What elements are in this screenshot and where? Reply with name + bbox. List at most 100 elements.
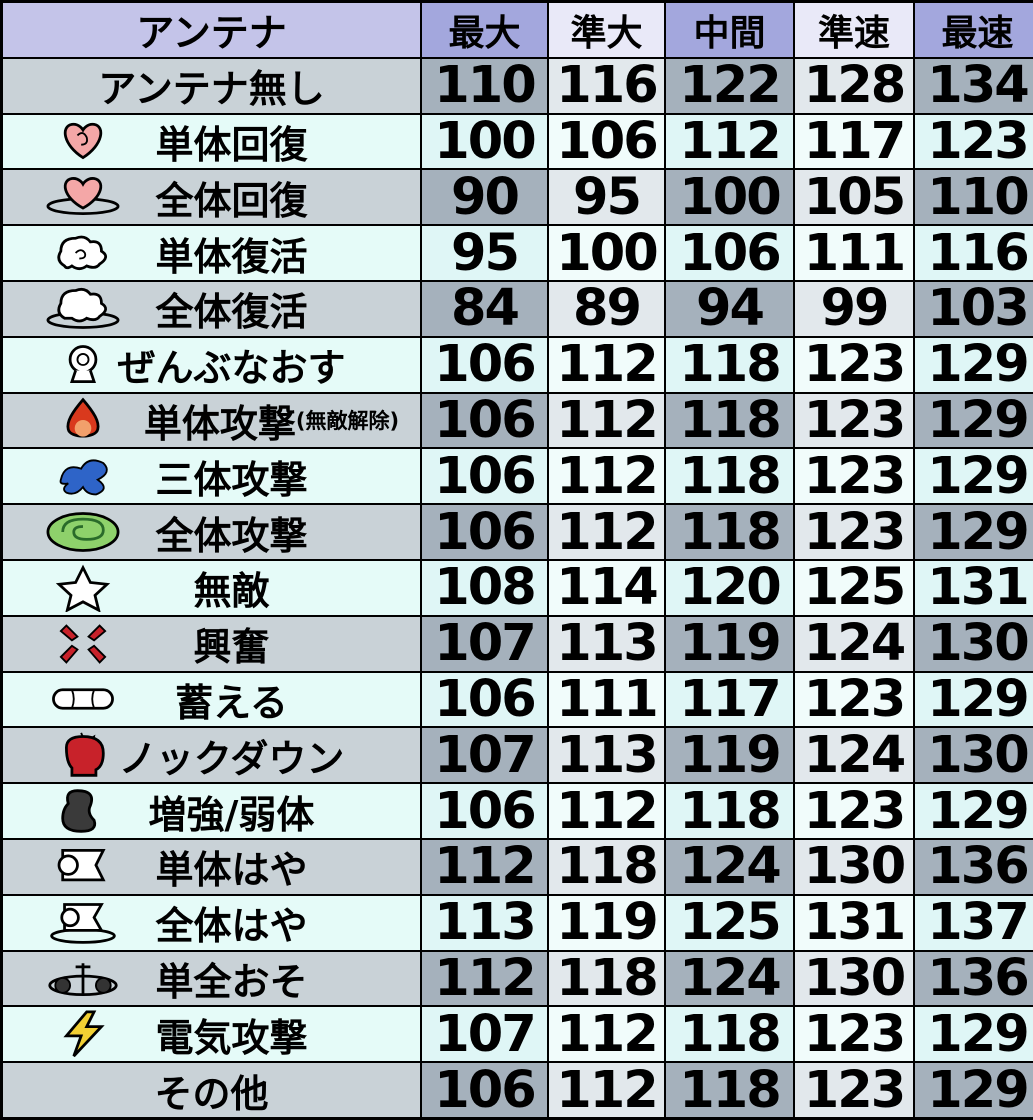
- row-label: 興奮: [3, 616, 420, 671]
- value-cell: 116: [915, 226, 1033, 280]
- value-cell: 136: [915, 839, 1033, 894]
- cure-all-icon: [68, 344, 98, 383]
- value-cell: 94: [666, 281, 793, 336]
- header-label: アンテナ: [3, 3, 420, 57]
- speed-flag-ring-icon: [50, 902, 116, 944]
- value-cell: 123: [795, 337, 913, 392]
- value-cell: 129: [915, 672, 1033, 727]
- row-label-text: 増強/弱体: [148, 792, 315, 837]
- value-cell: 106: [666, 226, 793, 280]
- star-icon: [55, 564, 111, 612]
- value-cell: 130: [915, 616, 1033, 671]
- value-cell: 118: [666, 505, 793, 559]
- value-cell: 106: [422, 784, 547, 838]
- value-cell: 112: [549, 784, 664, 838]
- speed-flag-icon: [57, 848, 106, 882]
- boxing-glove-icon: [64, 732, 105, 777]
- row-label-text: 単体復活: [155, 234, 308, 279]
- value-cell: 103: [915, 281, 1033, 336]
- value-cell: 123: [795, 449, 913, 504]
- dumbbell-icon: [48, 963, 118, 997]
- value-cell: 108: [422, 560, 547, 615]
- value-cell: 112: [549, 1063, 664, 1117]
- value-cell: 106: [422, 393, 547, 448]
- value-cell: 112: [422, 951, 547, 1006]
- value-cell: 113: [549, 616, 664, 671]
- value-cell: 123: [795, 505, 913, 559]
- capsule-icon: [52, 688, 114, 711]
- header-col-mid: 中間: [666, 3, 793, 57]
- value-cell: 118: [666, 337, 793, 392]
- value-cell: 112: [666, 114, 793, 169]
- value-cell: 118: [666, 784, 793, 838]
- value-cell: 130: [795, 951, 913, 1006]
- row-label-text: 単体回復: [155, 123, 308, 167]
- row-label: 全体復活: [3, 281, 420, 336]
- whirlwind-icon: [46, 512, 120, 552]
- value-cell: 112: [549, 1007, 664, 1062]
- row-label-text: その他: [154, 1071, 269, 1116]
- row-label: ノックダウン: [3, 728, 420, 783]
- value-cell: 113: [422, 895, 547, 950]
- row-label-text: 全体回復: [155, 178, 308, 223]
- value-cell: 117: [795, 114, 913, 169]
- value-cell: 129: [915, 393, 1033, 448]
- value-cell: 124: [666, 951, 793, 1006]
- row-label-text: 全体攻撃: [155, 513, 308, 558]
- value-cell: 123: [795, 784, 913, 838]
- value-cell: 125: [795, 560, 913, 615]
- value-cell: 95: [549, 170, 664, 225]
- heart-icon: [63, 123, 103, 160]
- value-cell: 106: [422, 672, 547, 727]
- row-label: ぜんぶなおす: [3, 337, 420, 392]
- value-cell: 119: [666, 616, 793, 671]
- value-cell: 129: [915, 449, 1033, 504]
- value-cell: 118: [666, 1063, 793, 1117]
- value-cell: 111: [549, 672, 664, 727]
- value-cell: 116: [549, 58, 664, 113]
- heart-ring-icon: [46, 177, 120, 216]
- value-cell: 131: [915, 560, 1033, 615]
- revive-cloud-ring-icon: [46, 287, 120, 329]
- row-label: 無敵: [3, 560, 420, 615]
- splash-icon: [59, 459, 108, 496]
- value-cell: 107: [422, 728, 547, 783]
- value-cell: 106: [422, 337, 547, 392]
- row-label-text: 興奮: [193, 625, 270, 670]
- value-cell: 112: [549, 337, 664, 392]
- value-cell: 130: [795, 839, 913, 894]
- value-cell: 100: [549, 226, 664, 280]
- value-cell: 125: [666, 895, 793, 950]
- value-cell: 100: [422, 114, 547, 169]
- header-col-semi-max: 準大: [549, 3, 664, 57]
- row-label-note: (無敵解除): [295, 409, 400, 434]
- row-label-text: 単全おそ: [155, 960, 308, 1004]
- row-label: 全体はや: [3, 895, 420, 950]
- row-label-text: 全体はや: [155, 904, 308, 949]
- value-cell: 129: [915, 1063, 1033, 1117]
- value-cell: 128: [795, 58, 913, 113]
- row-label: 単体はや: [3, 839, 420, 894]
- value-cell: 123: [795, 393, 913, 448]
- row-label-text: 蓄える: [175, 681, 288, 725]
- value-cell: 118: [666, 449, 793, 504]
- row-label: 単体攻撃 (無敵解除): [3, 393, 420, 448]
- value-cell: 118: [549, 951, 664, 1006]
- value-cell: 123: [795, 672, 913, 727]
- value-cell: 110: [422, 58, 547, 113]
- row-label: 単体回復: [3, 114, 420, 169]
- row-label-text: 単体はや: [155, 848, 308, 893]
- row-label-text: ノックダウン: [118, 736, 345, 781]
- value-cell: 95: [422, 226, 547, 280]
- value-cell: 119: [666, 728, 793, 783]
- row-label-text: アンテナ無し: [98, 67, 325, 112]
- value-cell: 124: [795, 616, 913, 671]
- row-label: 全体回復: [3, 170, 420, 225]
- value-cell: 117: [666, 672, 793, 727]
- value-cell: 129: [915, 337, 1033, 392]
- flame-icon: [66, 398, 100, 439]
- row-label: 三体攻撃: [3, 449, 420, 504]
- value-cell: 106: [549, 114, 664, 169]
- value-cell: 118: [666, 393, 793, 448]
- row-label-text: ぜんぶなおす: [117, 346, 346, 391]
